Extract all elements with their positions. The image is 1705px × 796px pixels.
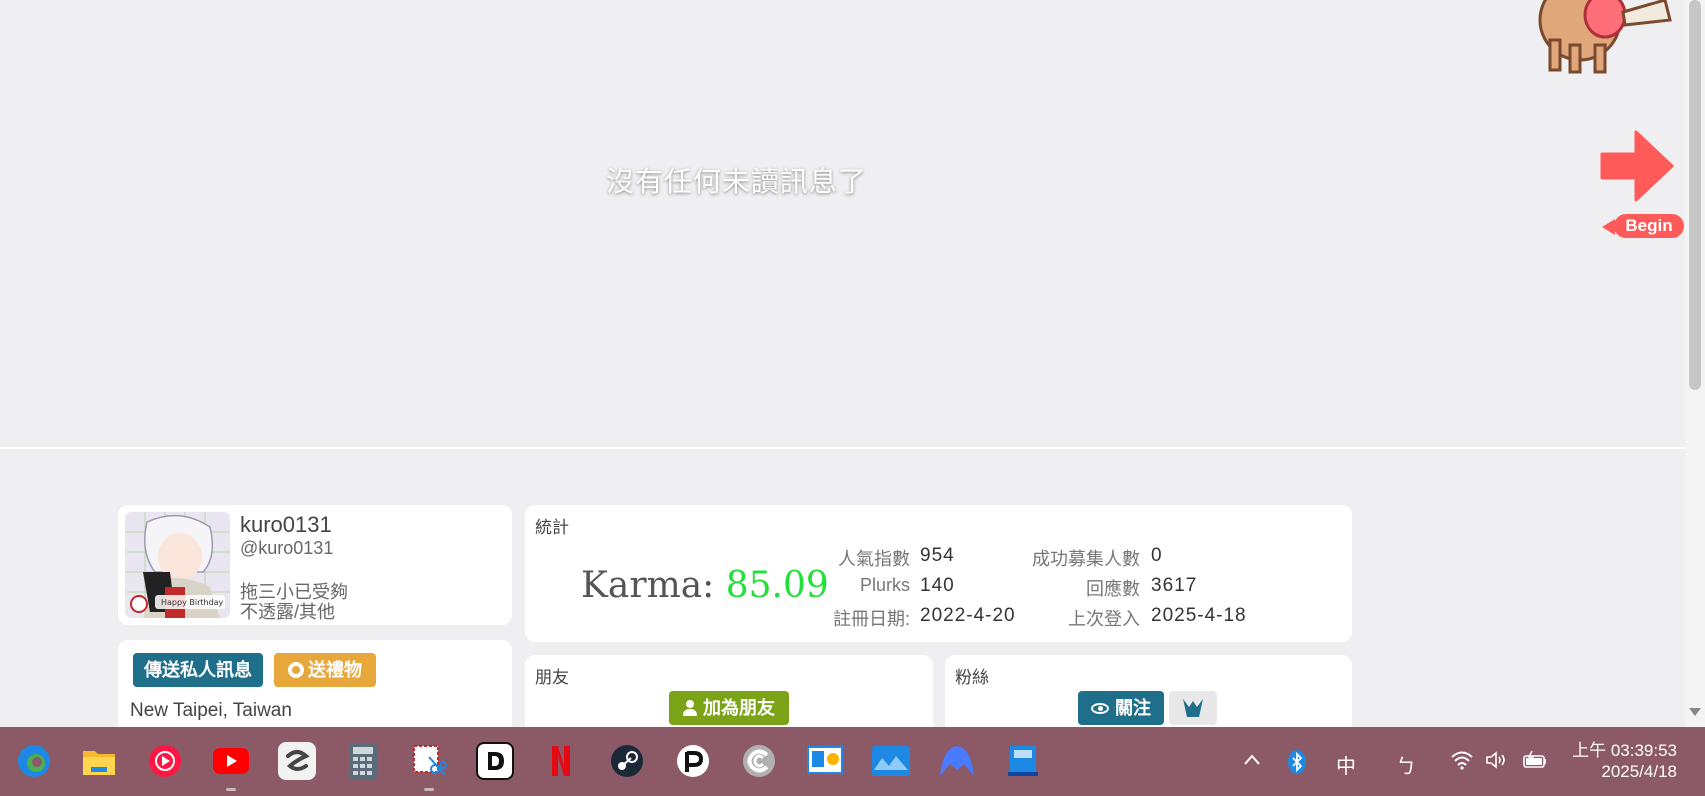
scroll-down-arrow-icon[interactable] [1689,708,1701,716]
responses-value: 3617 [1151,575,1198,596]
fan-options-button[interactable] [1169,691,1217,725]
pixiv-icon[interactable] [674,742,712,780]
youtube-running-indicator [226,788,236,791]
plurks-value: 140 [920,575,955,596]
add-friend-label: 加為朋友 [703,698,775,718]
profile-card: Happy Birthday kuro0131 @kuro0131 拖三小已受夠… [118,505,512,625]
stats-card: 統計 Karma: 85.09 人氣指數 954 Plurks 140 註冊日期… [525,505,1352,642]
ime-mode-indicator[interactable]: ㄅ [1396,750,1416,779]
profile-gender-info: 不透露/其他 [240,602,336,622]
volume-icon[interactable] [1485,750,1509,776]
steam-icon[interactable] [608,742,646,780]
taskbar-clock-date[interactable]: 2025/4/18 [1567,762,1677,782]
karma-label: Karma: [581,565,726,606]
fans-title: 粉絲 [955,668,989,687]
show-hidden-icons-chevron-icon[interactable] [1242,750,1262,776]
recruited-count-value: 0 [1151,545,1163,566]
ime-language-indicator[interactable]: 中 [1336,750,1356,779]
bluetooth-icon[interactable] [1287,750,1307,780]
youtube-icon[interactable] [212,742,250,780]
popularity-value: 954 [920,545,955,566]
send-gift-button[interactable]: 送禮物 [274,653,376,687]
last-login-label: 上次登入 [1068,609,1140,629]
windows-taskbar: 中 ㄅ 上午 03:39:53 2025/4/18 [0,727,1705,796]
avatar-caption: Happy Birthday [161,598,224,607]
edge-icon[interactable] [15,742,53,780]
profile-display-name[interactable]: kuro0131 [240,512,332,538]
plurks-label: Plurks [859,575,910,595]
battery-icon[interactable] [1522,750,1548,776]
presentation-icon[interactable] [806,742,844,780]
page-scrollbar[interactable] [1685,0,1705,727]
recruited-count-label: 成功募集人數 [1032,549,1140,569]
responses-label: 回應數 [1086,579,1140,599]
ccleaner-icon[interactable] [740,742,778,780]
calculator-icon[interactable] [344,742,382,780]
notebook-icon[interactable] [1004,742,1042,780]
clip-studio-icon[interactable] [278,742,316,780]
last-login-value: 2025-4-18 [1151,605,1247,626]
nordvpn-icon[interactable] [938,742,976,780]
fan-mascot-icon [1183,699,1203,717]
stats-title: 統計 [535,518,569,537]
profile-actions-card: 傳送私人訊息 送禮物 New Taipei, Taiwan [118,640,512,740]
file-explorer-icon[interactable] [80,742,118,780]
profile-handle: @kuro0131 [240,538,334,558]
begin-button[interactable]: Begin [1614,214,1684,238]
right-arrow-icon[interactable] [1598,130,1674,202]
profile-location: New Taipei, Taiwan [130,700,292,721]
netflix-icon[interactable] [542,742,580,780]
eye-icon [1091,703,1109,714]
photos-icon[interactable] [872,742,910,780]
timeline-area: 沒有任何未讀訊息了 Begin [0,0,1685,449]
send-private-message-button[interactable]: 傳送私人訊息 [133,653,263,687]
add-person-icon [683,700,697,716]
registered-date-label: 註冊日期: [832,609,910,629]
mascot-dog-icon [1538,0,1672,74]
scrollbar-thumb[interactable] [1689,0,1701,390]
avatar[interactable]: Happy Birthday [125,512,230,618]
send-gift-label: 送禮物 [308,660,362,680]
follow-label: 關注 [1115,698,1151,718]
snipping-tool-running-indicator [424,788,434,791]
wifi-icon[interactable] [1450,750,1474,776]
empty-timeline-message: 沒有任何未讀訊息了 [606,166,868,197]
popularity-label: 人氣指數 [838,549,910,569]
dlsite-icon[interactable] [476,742,514,780]
gift-icon [288,662,304,678]
friends-title: 朋友 [535,668,569,687]
snipping-tool-icon[interactable] [410,742,448,780]
youtube-music-icon[interactable] [146,742,184,780]
taskbar-clock-time[interactable]: 上午 03:39:53 [1567,736,1677,761]
follow-button[interactable]: 關注 [1078,691,1164,725]
add-friend-button[interactable]: 加為朋友 [669,691,789,725]
